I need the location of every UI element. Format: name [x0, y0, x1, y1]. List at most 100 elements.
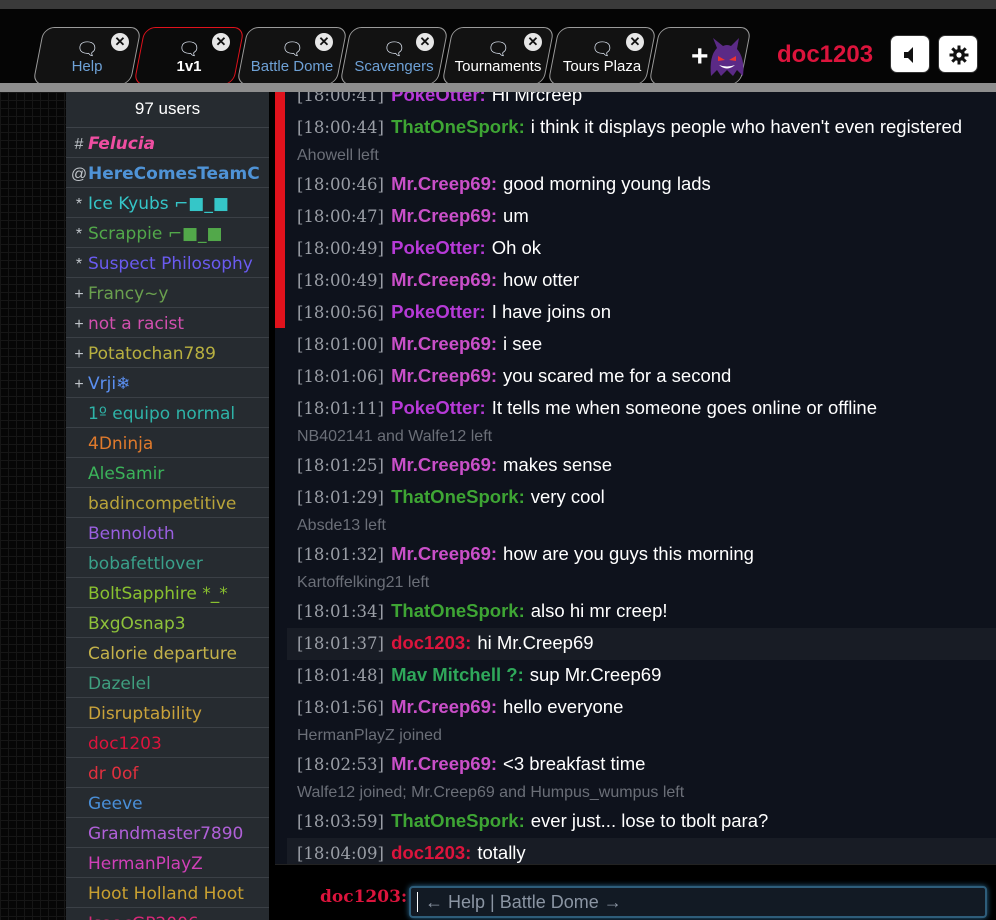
user-name: doc1203 — [88, 734, 162, 754]
userlist-item[interactable]: # Felucia — [66, 128, 269, 158]
chat-bubble-icon: 🗨 — [591, 39, 614, 59]
room-tab[interactable]: 🗨 ✕ Help — [32, 27, 142, 85]
room-tab-label: Battle Dome — [250, 58, 334, 75]
userlist-item[interactable]: Bennoloth — [66, 518, 269, 548]
message-timestamp: [18:00:47] — [297, 207, 384, 226]
room-tab[interactable]: 🗨 ✕ Battle Dome — [236, 27, 348, 85]
message-timestamp: [18:01:06] — [297, 367, 384, 386]
message-author[interactable]: PokeOtter: — [391, 301, 486, 322]
room-tab[interactable]: 🗨 ✕ Tournaments — [441, 27, 555, 85]
message-author[interactable]: PokeOtter: — [391, 92, 486, 105]
close-tab-icon[interactable]: ✕ — [416, 33, 434, 51]
userlist-item[interactable]: Calorie departure — [66, 638, 269, 668]
userlist-item[interactable]: * Ice Kyubs ⌐■_■ — [66, 188, 269, 218]
message-author[interactable]: Mr.Creep69: — [391, 696, 497, 717]
message-author[interactable]: Mr.Creep69: — [391, 454, 497, 475]
message-text: makes sense — [503, 454, 613, 475]
userlist-item[interactable]: Geeve — [66, 788, 269, 818]
close-tab-icon[interactable]: ✕ — [212, 33, 230, 51]
close-tab-icon[interactable]: ✕ — [111, 33, 129, 51]
message-timestamp: [18:01:32] — [297, 545, 384, 564]
user-name: Vrji❄ — [88, 374, 131, 394]
message-author[interactable]: Mr.Creep69: — [391, 365, 497, 386]
userlist-item[interactable]: + not a racist — [66, 308, 269, 338]
message-text: ever just... lose to tbolt para? — [530, 810, 769, 831]
close-tab-icon[interactable]: ✕ — [626, 33, 644, 51]
chat-bubble-icon: 🗨 — [178, 39, 201, 59]
user-name: Potatochan789 — [88, 344, 216, 364]
message-author[interactable]: ThatOneSpork: — [391, 600, 525, 621]
left-grid-background — [0, 92, 66, 920]
chat-notice: HermanPlayZ joined — [297, 727, 442, 744]
userlist-item[interactable]: BxgOsnap3 — [66, 608, 269, 638]
message-text: um — [503, 205, 529, 226]
settings-button[interactable] — [938, 35, 978, 73]
userlist-item[interactable]: @HereComesTeamC — [66, 158, 269, 188]
user-name: HereComesTeamC — [88, 164, 260, 184]
userlist-item[interactable]: * Scrappie ⌐■_■ — [66, 218, 269, 248]
userlist-item[interactable]: + Potatochan789 — [66, 338, 269, 368]
chat-input[interactable]: ← Help | Battle Dome → — [409, 886, 987, 918]
message-author[interactable]: doc1203: — [391, 842, 471, 863]
message-author[interactable]: Mr.Creep69: — [391, 173, 497, 194]
room-tab-label: 1v1 — [176, 58, 202, 75]
message-text: hi Mr.Creep69 — [477, 632, 594, 653]
userlist-item[interactable]: Dazelel — [66, 668, 269, 698]
message-author[interactable]: Mr.Creep69: — [391, 205, 497, 226]
message-author[interactable]: Mr.Creep69: — [391, 269, 497, 290]
message-author[interactable]: Mr.Creep69: — [391, 543, 497, 564]
message-timestamp: [18:00:49] — [297, 271, 384, 290]
userlist-item[interactable]: bobafettlover — [66, 548, 269, 578]
top-strip — [0, 0, 996, 9]
userlist-item[interactable]: + Francy~y — [66, 278, 269, 308]
chat-message: [18:00:41] PokeOtter: Hi Mrcreep — [297, 92, 985, 112]
user-rank-symbol: * — [75, 196, 83, 213]
userlist-item[interactable]: AleSamir — [66, 458, 269, 488]
userlist-item[interactable]: Grandmaster7890 — [66, 818, 269, 848]
message-author[interactable]: Mr.Creep69: — [391, 333, 497, 354]
user-name: Dazelel — [88, 674, 151, 694]
message-author[interactable]: Mav Mitchell ?: — [391, 664, 524, 685]
user-name: 4Dninja — [88, 434, 154, 454]
userlist-item[interactable]: Hoot Holland Hoot — [66, 878, 269, 908]
message-timestamp: [18:04:09] — [297, 844, 384, 863]
userlist-item[interactable]: BoltSapphire *_* — [66, 578, 269, 608]
message-timestamp: [18:00:44] — [297, 118, 384, 137]
user-list[interactable]: 97 users # Felucia @HereComesTeamC * Ice Kyu… — [66, 92, 269, 920]
message-author[interactable]: Mr.Creep69: — [391, 753, 497, 774]
scroll-indicator-top — [275, 92, 285, 328]
chat-log[interactable]: [18:00:41] PokeOtter: Hi Mrcreep [18:00:44… — [275, 92, 996, 864]
userlist-item[interactable]: doc1203 — [66, 728, 269, 758]
user-name: Disruptability — [88, 704, 202, 724]
message-author[interactable]: doc1203: — [391, 632, 471, 653]
message-timestamp: [18:00:46] — [297, 175, 384, 194]
close-tab-icon[interactable]: ✕ — [524, 33, 542, 51]
user-rank-symbol: @ — [70, 166, 88, 183]
chat-prompt-label: doc1203: — [320, 887, 408, 907]
room-tab[interactable]: 🗨 ✕ Tours Plaza — [547, 27, 657, 85]
message-author[interactable]: PokeOtter: — [391, 397, 486, 418]
userlist-item[interactable]: HermanPlayZ — [66, 848, 269, 878]
message-author[interactable]: PokeOtter: — [391, 237, 486, 258]
message-author[interactable]: ThatOneSpork: — [391, 116, 525, 137]
current-username[interactable]: doc1203 — [777, 41, 873, 69]
sound-button[interactable] — [890, 35, 930, 73]
user-rank-symbol: # — [74, 136, 84, 153]
close-tab-icon[interactable]: ✕ — [315, 33, 333, 51]
userlist-item[interactable]: * Suspect Philosophy — [66, 248, 269, 278]
userlist-item[interactable]: Disruptability — [66, 698, 269, 728]
user-rank-symbol: + — [74, 286, 84, 303]
room-tab[interactable]: 🗨 ✕ Scavengers — [339, 27, 449, 85]
userlist-item[interactable]: 4Dninja — [66, 428, 269, 458]
message-author[interactable]: ThatOneSpork: — [391, 486, 525, 507]
userlist-item[interactable]: badincompetitive — [66, 488, 269, 518]
user-rank-symbol: * — [75, 226, 83, 243]
room-tab[interactable]: 🗨 ✕ 1v1 — [133, 27, 245, 85]
user-rank-symbol: + — [74, 316, 84, 333]
userlist-item[interactable]: + Vrji❄ — [66, 368, 269, 398]
userlist-item[interactable]: 1º equipo normal — [66, 398, 269, 428]
userlist-item[interactable]: IsaacGP2006 — [66, 908, 269, 920]
message-author[interactable]: ThatOneSpork: — [391, 810, 525, 831]
add-room-tab[interactable]: + — [648, 27, 752, 85]
userlist-item[interactable]: dr 0of — [66, 758, 269, 788]
